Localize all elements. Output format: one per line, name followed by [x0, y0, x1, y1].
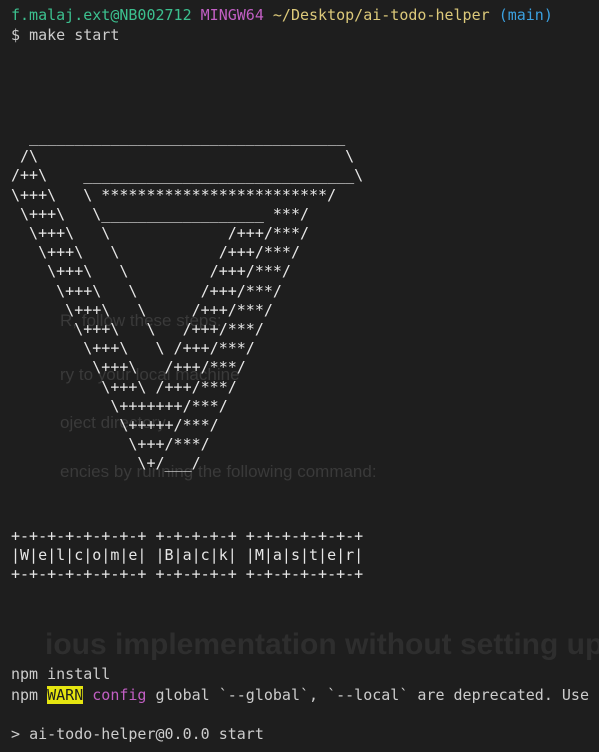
ascii-art-line: /\ \: [11, 147, 355, 166]
ascii-art-line: \+++\ /+++/***/: [11, 358, 246, 377]
prompt-system: MINGW64: [200, 6, 264, 24]
ascii-art-line: \+++\ \ /+++/***/: [11, 320, 264, 338]
ascii-art-line: \+++\ \__________________ ***/: [11, 204, 310, 223]
start-line: > ai-todo-helper@0.0.0 start: [11, 724, 264, 744]
warn-message: global `--global`, `--local` are depreca…: [146, 686, 599, 704]
banner-line: +-+-+-+-+-+-+-+ +-+-+-+-+ +-+-+-+-+-+-+: [11, 565, 364, 583]
ascii-art-line: \+++/***/: [11, 435, 210, 454]
ascii-art-line: \+++\ \ /+++/***/: [11, 300, 273, 319]
ascii-art-line: /++\ ______________________________\: [11, 166, 364, 185]
prompt-line: f.malaj.ext@NB002712 MINGW64 ~/Desktop/a…: [11, 5, 553, 25]
start-text: ai-todo-helper@0.0.0 start: [29, 725, 264, 743]
ascii-art-line: \+/___/: [11, 454, 201, 473]
ascii-art-line: \+++\ \ /+++/***/: [11, 243, 300, 262]
warn-badge: WARN: [47, 686, 84, 704]
npm-label: npm: [11, 686, 39, 704]
command-text: make start: [29, 26, 120, 44]
ascii-art-line: \+++++/***/: [11, 416, 219, 434]
npm-install-line: npm install: [11, 665, 111, 683]
prompt-symbol: $: [11, 26, 21, 44]
npm-warn-line: npm WARN config global `--global`, `--lo…: [11, 685, 599, 705]
command-line: $ make start: [11, 25, 119, 45]
ascii-art-line: \+++\ /+++/***/: [11, 377, 237, 396]
ascii-art-line: \+++\ \ /+++/***/: [11, 339, 255, 358]
prompt-branch: (main): [498, 6, 553, 24]
ascii-art-line: \+++++++/***/: [11, 396, 228, 415]
banner-line: +-+-+-+-+-+-+-+ +-+-+-+-+ +-+-+-+-+-+-+: [11, 527, 364, 545]
banner-line: |W|e|l|c|o|m|e| |B|a|c|k| |M|a|s|t|e|r|: [11, 546, 364, 564]
config-word: config: [92, 686, 147, 704]
ascii-art-line: \+++\ \ *************************/: [11, 185, 337, 204]
ascii-art-line: \+++\ \ /+++/***/: [11, 224, 310, 242]
ascii-art-line: ___________________________________: [11, 128, 346, 146]
prompt-user: f.malaj.ext@NB002712: [11, 6, 192, 24]
ascii-art-line: \+++\ \ /+++/***/: [11, 281, 282, 300]
start-symbol: >: [11, 725, 21, 743]
ascii-art-line: \+++\ \ /+++/***/: [11, 262, 291, 281]
terminal-window[interactable]: R, follow these steps: ry to your local …: [0, 0, 599, 752]
prompt-path: ~/Desktop/ai-todo-helper: [272, 6, 490, 24]
background-heading: ious implementation without setting up a…: [45, 628, 599, 661]
